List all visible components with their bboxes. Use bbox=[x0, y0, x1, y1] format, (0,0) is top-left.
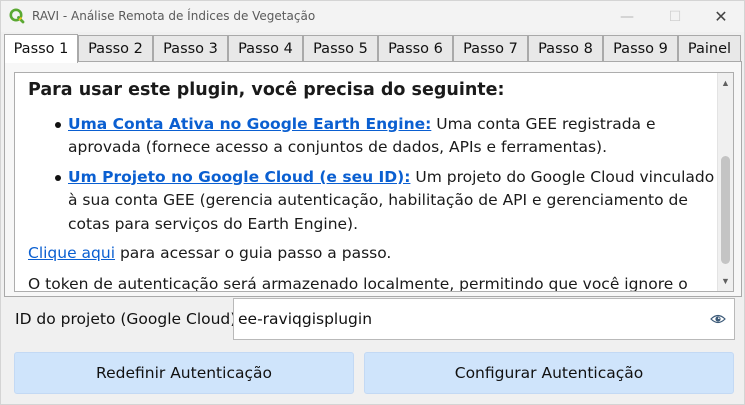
close-button[interactable]: ✕ bbox=[698, 1, 744, 32]
project-id-value: ee-raviqgisplugin bbox=[238, 310, 373, 328]
tab-passo-1[interactable]: Passo 1 bbox=[4, 34, 78, 63]
instructions-text: Para usar este plugin, você precisa do s… bbox=[15, 73, 715, 291]
gee-account-link[interactable]: Uma Conta Ativa no Google Earth Engine: bbox=[68, 115, 431, 133]
project-id-input[interactable]: ee-raviqgisplugin bbox=[233, 298, 735, 340]
tab-pane-passo-1: Para usar este plugin, você precisa do s… bbox=[4, 61, 742, 297]
qgis-icon bbox=[9, 8, 25, 24]
scroll-down-arrow-icon[interactable]: ▼ bbox=[718, 273, 733, 289]
plugin-dialog: RAVI - Análise Remota de Índices de Vege… bbox=[0, 0, 745, 405]
vertical-scrollbar[interactable]: ▲ ▼ bbox=[717, 73, 733, 291]
gcloud-project-link[interactable]: Um Projeto no Google Cloud (e seu ID): bbox=[68, 168, 410, 186]
guide-paragraph: Clique aqui para acessar o guia passo a … bbox=[28, 242, 715, 266]
tab-passo-3[interactable]: Passo 3 bbox=[153, 35, 228, 62]
reset-auth-button[interactable]: Redefinir Autenticação bbox=[14, 352, 354, 394]
token-paragraph: O token de autenticação será armazenado … bbox=[28, 274, 688, 292]
requirements-heading: Para usar este plugin, você precisa do s… bbox=[28, 80, 505, 100]
list-item: Um Projeto no Google Cloud (e seu ID): U… bbox=[55, 166, 715, 237]
guide-link[interactable]: Clique aqui bbox=[28, 244, 115, 262]
window-title: RAVI - Análise Remota de Índices de Vege… bbox=[32, 9, 316, 23]
minimize-button[interactable]: — bbox=[604, 1, 650, 32]
tab-painel[interactable]: Painel bbox=[678, 35, 741, 62]
maximize-button[interactable]: ☐ bbox=[652, 1, 698, 32]
scroll-up-arrow-icon[interactable]: ▲ bbox=[718, 75, 733, 91]
eye-icon[interactable] bbox=[710, 312, 726, 326]
tab-passo-2[interactable]: Passo 2 bbox=[78, 35, 153, 62]
tab-passo-5[interactable]: Passo 5 bbox=[303, 35, 378, 62]
tab-passo-9[interactable]: Passo 9 bbox=[603, 35, 678, 62]
project-id-label: ID do projeto (Google Cloud): bbox=[15, 310, 242, 328]
configure-auth-button[interactable]: Configurar Autenticação bbox=[364, 352, 734, 394]
tab-passo-8[interactable]: Passo 8 bbox=[528, 35, 603, 62]
instructions-box: Para usar este plugin, você precisa do s… bbox=[14, 72, 734, 292]
guide-text: para acessar o guia passo a passo. bbox=[115, 244, 392, 262]
tab-passo-4[interactable]: Passo 4 bbox=[228, 35, 303, 62]
title-bar: RAVI - Análise Remota de Índices de Vege… bbox=[1, 1, 744, 32]
scrollbar-thumb[interactable] bbox=[721, 156, 730, 264]
tab-passo-6[interactable]: Passo 6 bbox=[378, 35, 453, 62]
requirements-list: Uma Conta Ativa no Google Earth Engine: … bbox=[28, 113, 715, 237]
tab-passo-7[interactable]: Passo 7 bbox=[453, 35, 528, 62]
list-item: Uma Conta Ativa no Google Earth Engine: … bbox=[55, 113, 715, 160]
